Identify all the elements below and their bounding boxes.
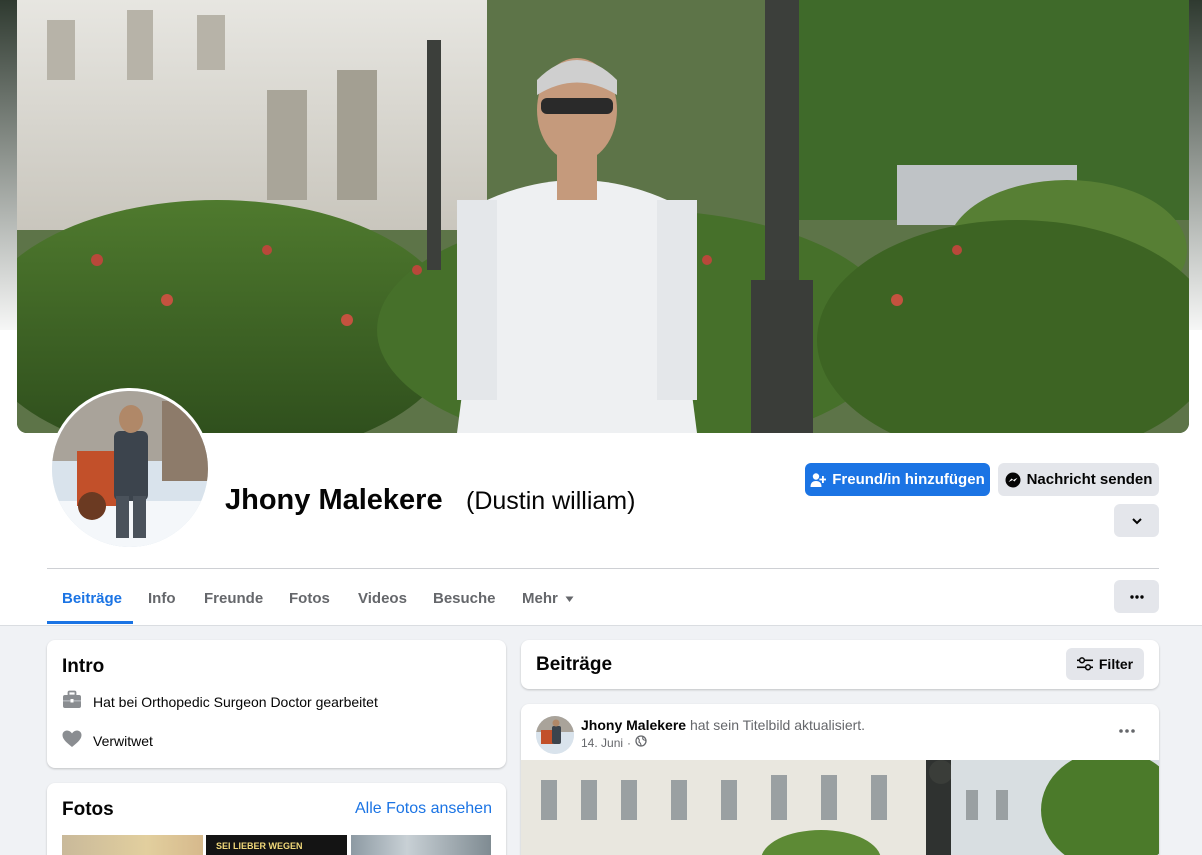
posts-title: Beiträge — [536, 654, 613, 675]
tab-mehr[interactable]: Mehr — [522, 590, 574, 607]
cover-photo[interactable] — [17, 0, 1189, 433]
header-divider — [47, 568, 1159, 569]
caret-down-icon — [565, 590, 574, 607]
intro-work-text: Hat bei Orthopedic Surgeon Doctor gearbe… — [93, 693, 378, 710]
photo-thumbnail[interactable] — [351, 835, 491, 855]
intro-item-relationship: Verwitwet — [62, 730, 153, 751]
photos-title: Fotos — [62, 799, 114, 820]
post-card: Jhony Malekere hat sein Titelbild aktual… — [521, 704, 1159, 855]
tab-beitraege[interactable]: Beiträge — [62, 590, 122, 607]
post-date[interactable]: 14. Juni — [581, 736, 623, 750]
post-author-avatar[interactable] — [536, 716, 574, 754]
post-meta: 14. Juni · — [581, 735, 647, 750]
globe-icon — [635, 735, 647, 750]
photo-thumbnail[interactable]: SEI LIEBER WEGEN — [206, 835, 347, 855]
intro-title: Intro — [62, 656, 105, 677]
photo-thumbnail[interactable] — [62, 835, 203, 855]
tab-mehr-label: Mehr — [522, 590, 558, 607]
photo-thumbnail-text: SEI LIEBER WEGEN — [216, 841, 303, 851]
profile-alternate-name: (Dustin william) — [466, 487, 636, 515]
post-action-text: hat sein Titelbild aktualisiert. — [689, 717, 866, 733]
see-all-photos-link[interactable]: Alle Fotos ansehen — [355, 800, 492, 818]
post-meta-separator: · — [627, 735, 632, 750]
posts-header-card: Beiträge Filter — [521, 640, 1159, 689]
add-friend-icon — [810, 472, 827, 488]
tab-videos[interactable]: Videos — [358, 590, 407, 607]
tab-freunde[interactable]: Freunde — [204, 590, 263, 607]
tab-info[interactable]: Info — [148, 590, 176, 607]
profile-avatar[interactable] — [49, 388, 211, 550]
heart-icon — [62, 730, 82, 751]
more-icon — [1129, 594, 1144, 599]
more-icon — [1119, 729, 1135, 733]
tab-besuche[interactable]: Besuche — [433, 590, 496, 607]
briefcase-icon — [62, 690, 82, 713]
chevron-down-icon — [1131, 515, 1143, 527]
post-options-button[interactable] — [1112, 716, 1142, 746]
filter-label: Filter — [1098, 656, 1134, 672]
post-header-text: Jhony Malekere hat sein Titelbild aktual… — [581, 717, 865, 733]
add-friend-button[interactable]: Freund/in hinzufügen — [805, 463, 990, 496]
intro-relationship-text: Verwitwet — [93, 732, 153, 749]
profile-name: Jhony Malekere — [225, 484, 443, 516]
post-image[interactable] — [521, 760, 1159, 855]
filter-icon — [1076, 657, 1093, 671]
post-author-name[interactable]: Jhony Malekere — [581, 717, 686, 733]
expand-button[interactable] — [1114, 504, 1159, 537]
messenger-icon — [1005, 472, 1021, 488]
filter-button[interactable]: Filter — [1066, 648, 1144, 680]
send-message-label: Nachricht senden — [1026, 471, 1153, 488]
send-message-button[interactable]: Nachricht senden — [998, 463, 1159, 496]
add-friend-label: Freund/in hinzufügen — [832, 471, 985, 488]
tab-fotos[interactable]: Fotos — [289, 590, 330, 607]
active-tab-indicator — [47, 621, 133, 624]
intro-item-work: Hat bei Orthopedic Surgeon Doctor gearbe… — [62, 690, 378, 713]
profile-more-button[interactable] — [1114, 580, 1159, 613]
intro-card: Intro Hat bei Orthopedic Surgeon Doctor … — [47, 640, 506, 768]
